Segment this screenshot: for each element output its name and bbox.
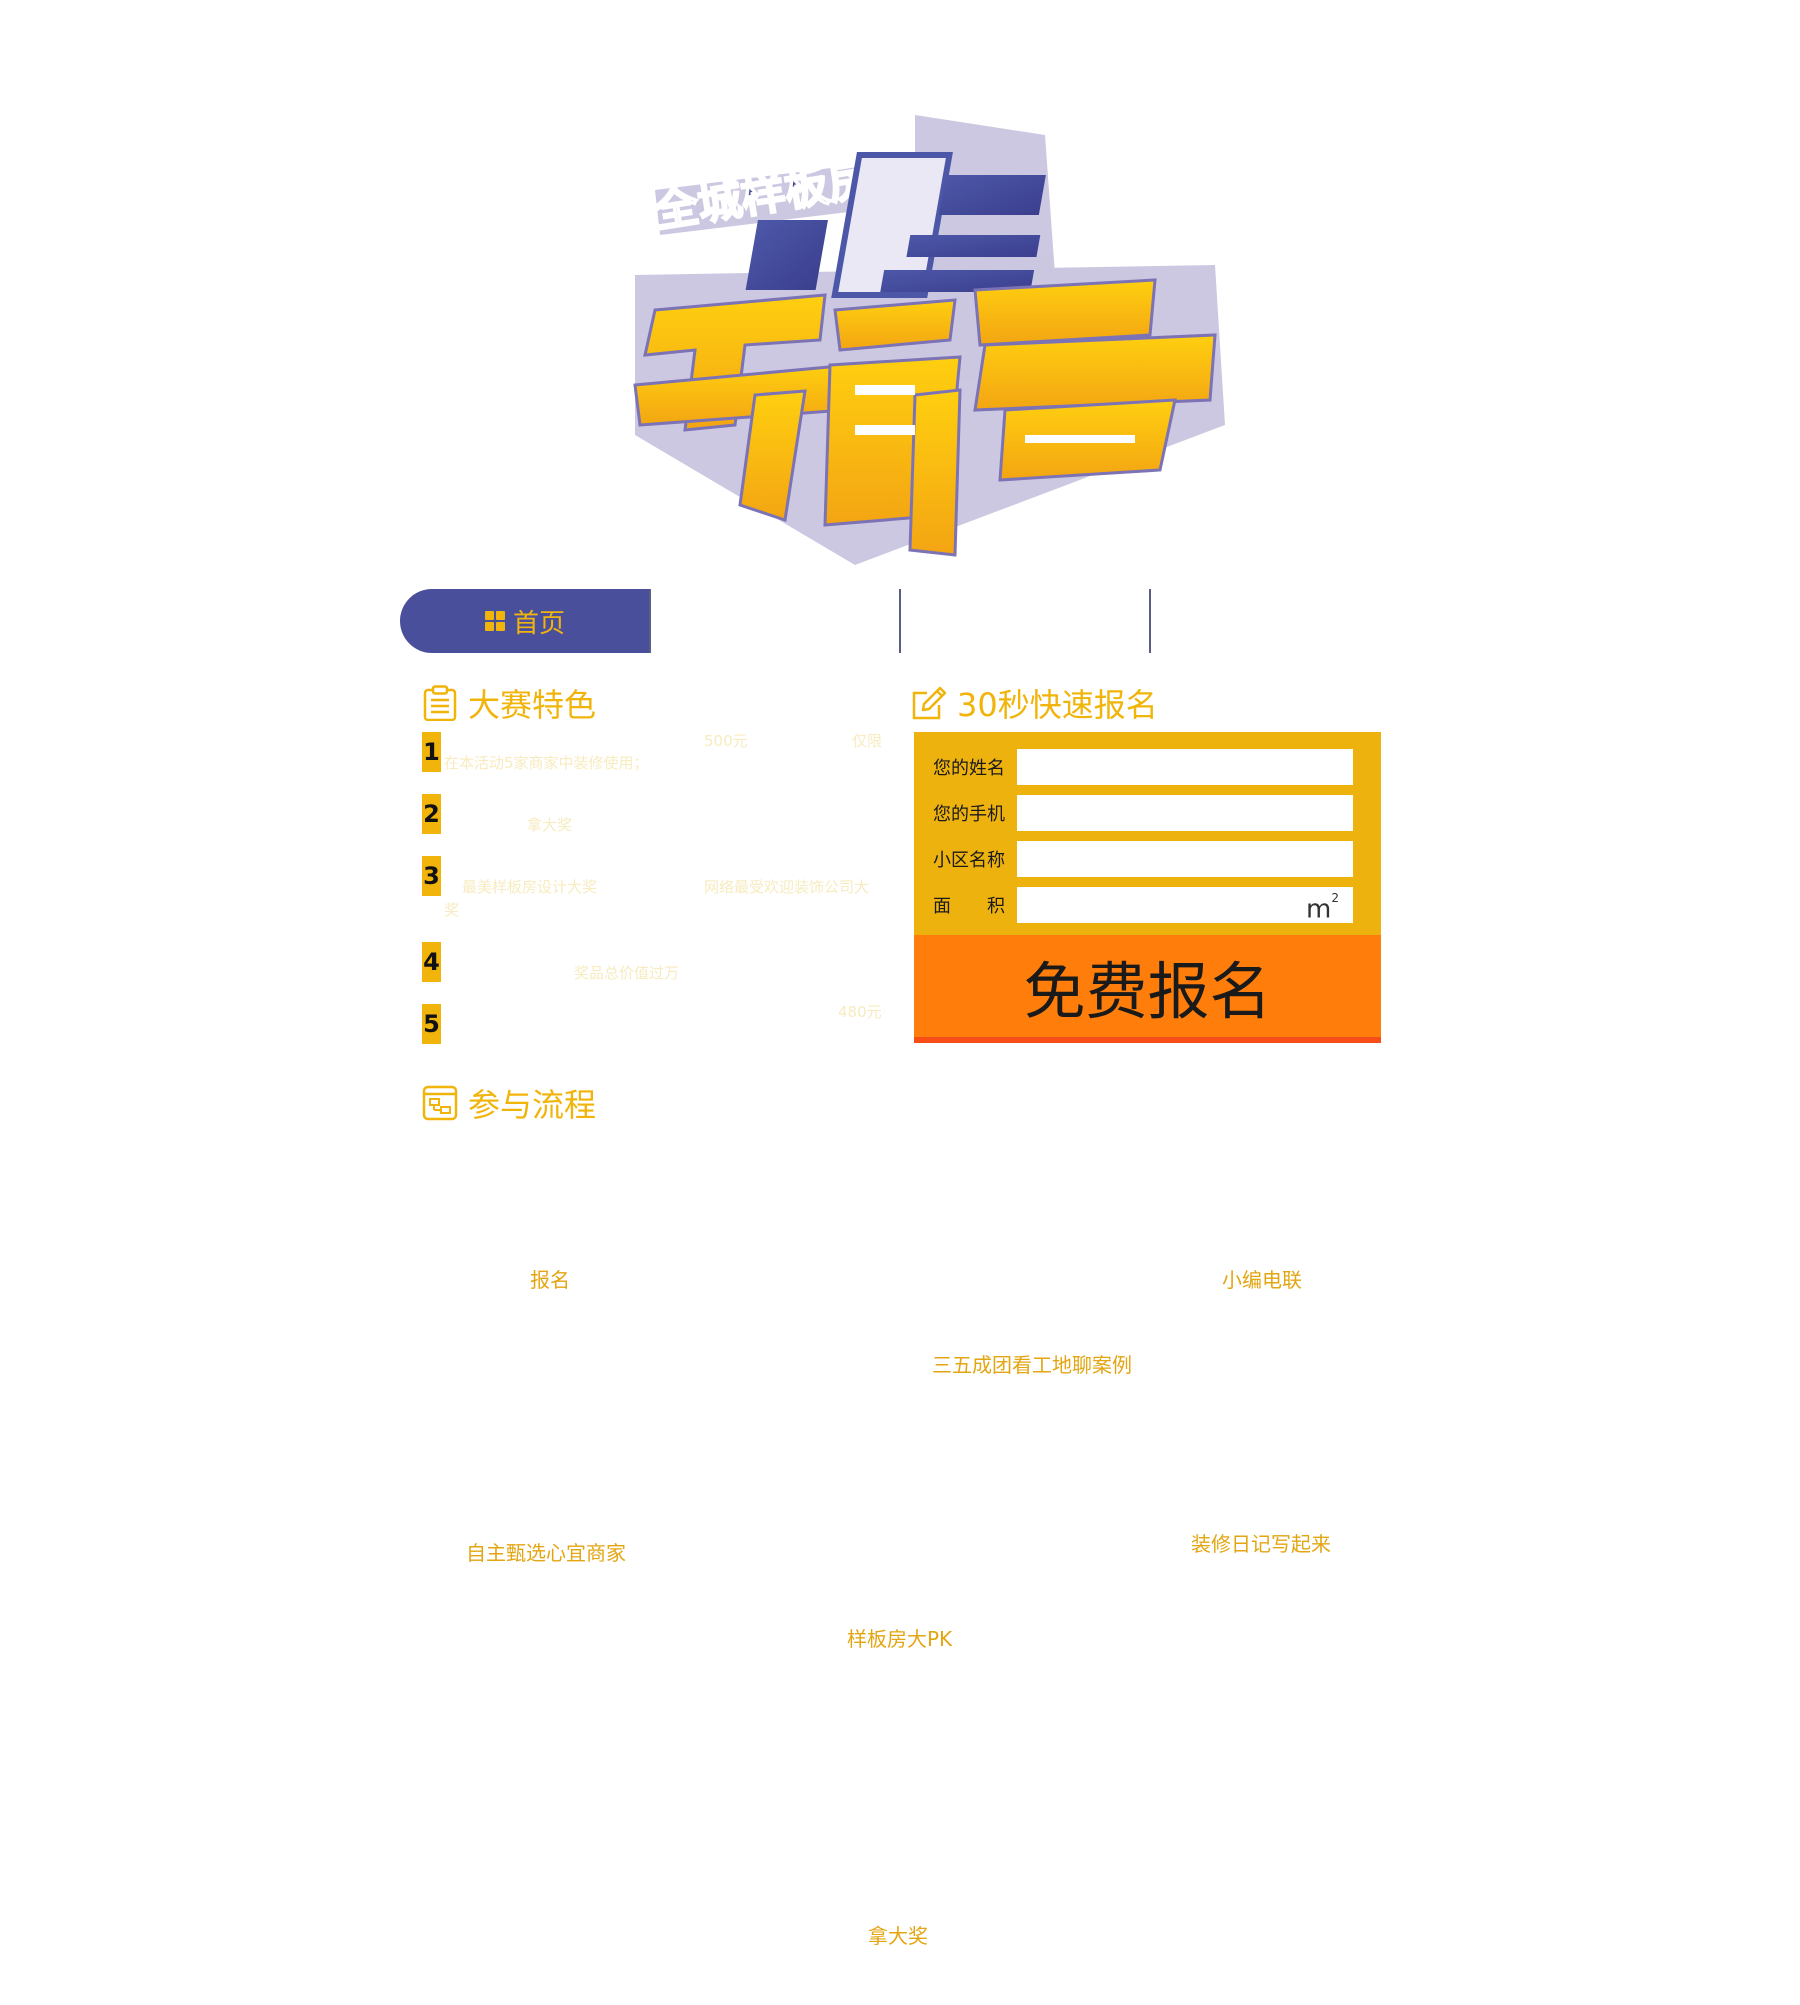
community-input[interactable] [1017,841,1353,877]
nav-divider [649,589,651,653]
feature-item: 5 480元 [422,1003,892,1049]
logo-line3 [633,278,1217,557]
feature-number: 3 [422,856,441,896]
nav-item-label: 首页 [512,608,565,639]
process-step: 装修日记写起来 [1191,1532,1331,1556]
process-step: 拿大奖 [868,1924,928,1948]
feature-text: 最美样板房设计大奖 [462,878,598,896]
feature-text: 拿大奖 [527,816,573,834]
submit-button[interactable]: 免费报名 [914,935,1381,1043]
phone-row: 您的手机 [933,795,1353,831]
feature-text: 在本活动5家商家中装修使用； [444,754,649,772]
feature-text: 500元 [704,732,748,750]
process-step: 三五成团看工地聊案例 [932,1353,1132,1377]
nav-item-3[interactable] [900,589,1150,653]
signup-heading: 30秒快速报名 [911,680,1158,726]
features-heading: 大赛特色 [422,680,596,726]
name-label: 您的姓名 [933,758,1005,779]
nav-divider [1149,589,1151,653]
edit-icon [912,686,947,720]
nav-divider [899,589,901,653]
area-field[interactable]: m2 [1017,887,1353,925]
community-row: 小区名称 [933,841,1353,877]
flow-icon [422,1085,458,1121]
feature-item: 2 拿大奖 [422,794,892,839]
process-step: 小编电联 [1222,1268,1302,1292]
process-title: 参与流程 [468,1086,597,1124]
area-label: 面 积 [933,896,1005,917]
process-step: 自主甄选心宜商家 [466,1541,626,1565]
clipboard-icon [423,685,457,721]
main-nav: 首页 [400,589,1400,653]
nav-item-2[interactable] [650,589,900,653]
process-step: 报名 [530,1268,570,1292]
feature-text: 480元 [838,1003,882,1021]
nav-item-4[interactable] [1150,589,1400,653]
feature-number: 5 [422,1004,441,1044]
area-unit: m2 [1306,891,1339,925]
community-label: 小区名称 [933,850,1005,871]
feature-item: 1 500元 仅限 在本活动5家商家中装修使用； [422,732,892,787]
name-row: 您的姓名 [933,749,1353,785]
phone-input[interactable] [1017,795,1353,831]
feature-number: 1 [422,732,441,772]
feature-number: 2 [422,794,441,834]
feature-text: 奖 [444,901,460,919]
phone-label: 您的手机 [933,804,1005,825]
signup-title: 30秒快速报名 [957,686,1158,724]
nav-item-home[interactable]: 首页 [400,589,650,653]
process-heading: 参与流程 [422,1080,596,1126]
process-step: 样板房大PK [847,1627,953,1651]
feature-item: 3 最美样板房设计大奖 网络最受欢迎装饰公司大 奖 [422,856,892,926]
feature-text: 奖品总价值过万 [574,964,680,982]
grid-icon [484,611,505,631]
feature-number: 4 [422,942,441,982]
name-input[interactable] [1017,749,1353,785]
area-row: 面 积 m2 [933,887,1353,925]
features-title: 大赛特色 [468,686,597,724]
feature-item: 4 奖品总价值过万 [422,942,892,987]
feature-text: 网络最受欢迎装饰公司大 [704,878,870,896]
feature-text: 仅限 [852,732,883,750]
event-logo: 全城样板房 [615,95,1235,575]
signup-form: 您的姓名 您的手机 小区名称 面 积 m2 免费报名 [914,732,1381,1043]
